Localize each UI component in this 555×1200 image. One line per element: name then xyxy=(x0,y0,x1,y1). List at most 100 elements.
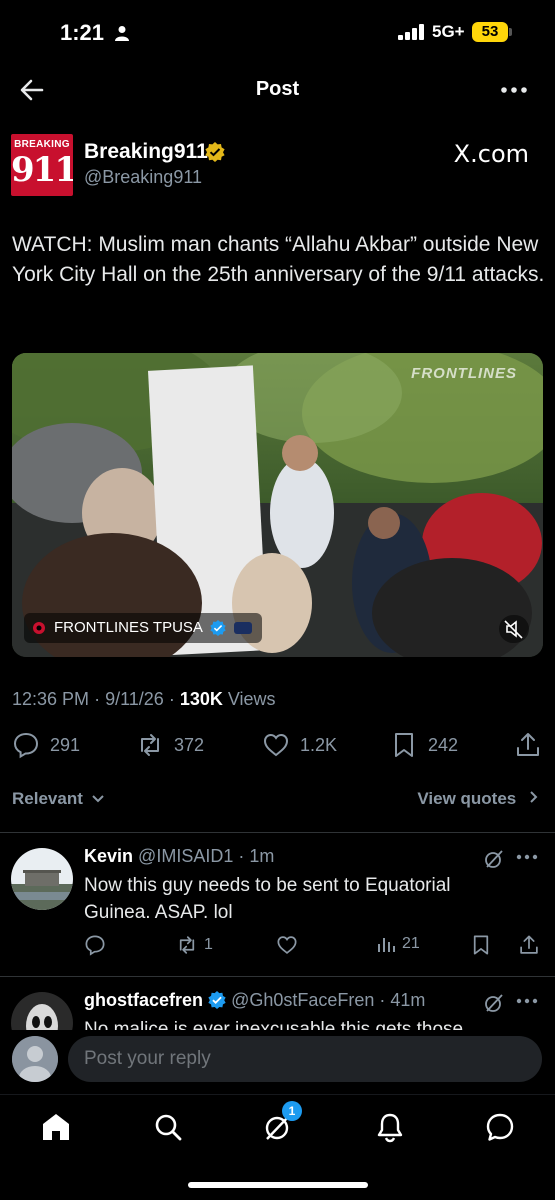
person-icon xyxy=(115,26,129,41)
reply-repost-button[interactable]: 1 xyxy=(176,934,213,956)
view-quotes-label: View quotes xyxy=(417,789,517,808)
replies-sort-dropdown[interactable]: Relevant xyxy=(12,789,105,809)
post-header: Post xyxy=(0,66,555,114)
reply-header: Kevin @IMISAID1 · 1m xyxy=(84,846,275,866)
share-icon xyxy=(520,935,538,954)
battery-indicator: 53 xyxy=(472,22,508,42)
video-source-tag[interactable]: FRONTLINES TPUSA xyxy=(24,613,263,643)
reply-button[interactable]: 291 xyxy=(12,730,80,760)
search-icon[interactable] xyxy=(152,1111,184,1143)
mute-icon[interactable] xyxy=(499,615,529,643)
post-meta: 12:36 PM · 9/11/26 · 130K Views xyxy=(12,689,276,710)
repost-button[interactable]: 372 xyxy=(136,730,204,760)
bookmark-icon xyxy=(473,935,489,955)
affiliate-badge-icon xyxy=(234,622,253,635)
battery-tip xyxy=(509,28,512,36)
reply-icon xyxy=(85,935,105,956)
video-watermark: FRONTLINES xyxy=(411,365,517,382)
reply-actions: 1 21 xyxy=(0,934,555,960)
more-options-icon[interactable] xyxy=(515,850,539,864)
reply-author-name[interactable]: Kevin xyxy=(84,846,133,866)
like-count: 1.2K xyxy=(300,734,338,755)
status-time: 1:21 xyxy=(60,20,105,45)
reply-share-button[interactable] xyxy=(518,934,540,956)
repost-icon xyxy=(141,734,159,756)
divider xyxy=(0,832,555,833)
post-actions: 291 372 1.2K 242 xyxy=(0,730,555,762)
views-icon xyxy=(378,938,395,952)
reply-avatar-image xyxy=(11,848,73,910)
views-label: Views xyxy=(227,689,276,709)
status-bar: 1:21 5G+ 53 xyxy=(0,0,555,66)
reply-author-handle[interactable]: @IMISAID1 xyxy=(138,846,233,866)
more-options-icon[interactable] xyxy=(499,76,529,104)
page-title: Post xyxy=(255,78,300,100)
heart-icon xyxy=(277,936,297,954)
default-avatar-icon xyxy=(12,1036,58,1082)
bottom-nav: 1 xyxy=(0,1094,555,1158)
frontlines-logo-icon xyxy=(33,622,45,634)
author-handle[interactable]: @Breaking911 xyxy=(84,167,202,188)
author-name[interactable]: Breaking911 xyxy=(84,140,208,164)
verified-gold-badge-icon xyxy=(205,142,225,162)
verified-badge-icon xyxy=(210,620,226,637)
reply-time: 41m xyxy=(390,990,426,1010)
author-avatar[interactable]: BREAKING 911 xyxy=(11,134,73,196)
reply-avatar[interactable] xyxy=(11,848,73,910)
reply-author-handle[interactable]: @Gh0stFaceFren xyxy=(231,990,374,1010)
more-options-icon[interactable] xyxy=(515,994,539,1008)
grok-nav-item[interactable]: 1 xyxy=(262,1101,302,1143)
chevron-right-icon xyxy=(530,791,538,803)
post-text: WATCH: Muslim man chants “Allahu Akbar” … xyxy=(12,233,545,286)
reply-icon xyxy=(13,732,39,759)
reply-time: 1m xyxy=(249,846,275,866)
notification-badge: 1 xyxy=(282,1101,302,1121)
home-indicator xyxy=(188,1182,368,1188)
reply-views-count: 21 xyxy=(402,935,420,952)
reply-composer xyxy=(0,1030,555,1090)
like-button[interactable]: 1.2K xyxy=(262,730,337,760)
reply-text: Now this guy needs to be sent to Equator… xyxy=(84,875,451,923)
post-video[interactable]: FRONTLINES FRONTLINES TPUSA xyxy=(12,353,543,657)
avatar-top-text: BREAKING xyxy=(14,139,70,150)
avatar-number: 911 xyxy=(11,150,73,190)
reply-count: 291 xyxy=(50,734,81,755)
heart-icon xyxy=(263,733,289,757)
video-frame xyxy=(12,353,543,657)
affiliation-label[interactable]: X.com xyxy=(454,140,529,168)
chevron-down-icon xyxy=(91,795,104,803)
messages-icon[interactable] xyxy=(484,1111,516,1143)
view-quotes-link[interactable]: View quotes xyxy=(417,789,539,809)
reply-views-button[interactable]: 21 xyxy=(376,934,420,954)
reply-repost-count: 1 xyxy=(204,936,213,953)
meta-separator: · xyxy=(168,689,180,709)
sort-label: Relevant xyxy=(12,789,83,808)
views-count[interactable]: 130K xyxy=(180,689,223,709)
grok-icon[interactable] xyxy=(483,992,505,1014)
bookmark-count: 242 xyxy=(428,734,459,755)
divider xyxy=(0,976,555,977)
home-icon[interactable] xyxy=(40,1111,72,1143)
bookmark-icon xyxy=(395,733,413,757)
share-icon xyxy=(517,733,539,756)
network-label: 5G+ xyxy=(432,22,465,41)
user-avatar[interactable] xyxy=(12,1036,58,1082)
post-time: 12:36 PM xyxy=(12,689,90,709)
reply-input[interactable] xyxy=(68,1036,542,1082)
reply-header: ghostfacefren @Gh0stFaceFren · 41m xyxy=(84,990,426,1010)
bookmark-button[interactable]: 242 xyxy=(390,730,458,760)
signal-icon xyxy=(398,24,424,40)
reply-author-name[interactable]: ghostfacefren xyxy=(84,990,203,1010)
reply-reply-button[interactable] xyxy=(84,934,106,956)
share-button[interactable] xyxy=(514,730,542,760)
reply-bookmark-button[interactable] xyxy=(470,934,492,956)
post-date: 9/11/26 xyxy=(105,689,164,709)
grok-icon[interactable] xyxy=(483,848,505,870)
repost-count: 372 xyxy=(174,734,205,755)
notifications-bell-icon[interactable] xyxy=(374,1111,406,1143)
reply-like-button[interactable] xyxy=(276,934,298,956)
repost-icon xyxy=(179,936,195,954)
video-source-label: FRONTLINES TPUSA xyxy=(54,619,203,636)
meta-separator: · xyxy=(94,689,106,709)
verified-badge-icon xyxy=(208,991,226,1009)
